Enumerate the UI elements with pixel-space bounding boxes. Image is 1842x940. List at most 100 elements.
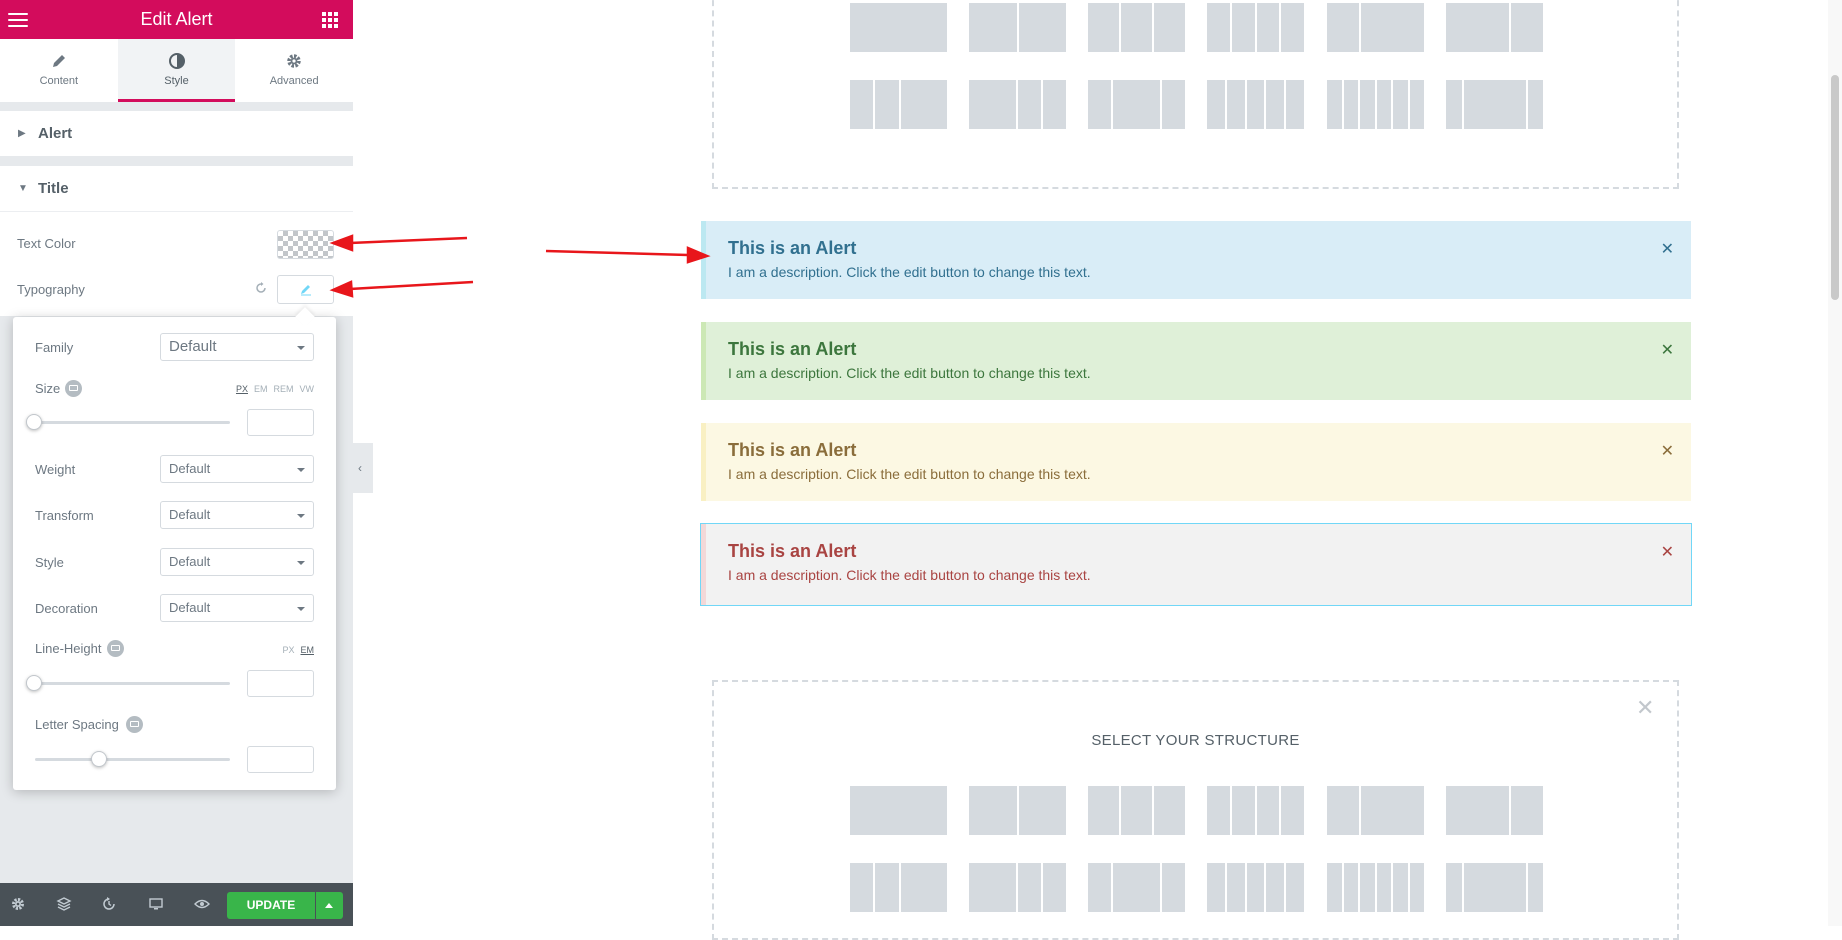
structure-preset[interactable] [1327, 863, 1424, 912]
alert-success[interactable]: This is an Alert I am a description. Cli… [701, 322, 1691, 400]
scrollbar-thumb[interactable] [1831, 75, 1839, 300]
responsive-mode-icon[interactable] [148, 896, 164, 912]
line-height-unit-em[interactable]: EM [301, 645, 315, 655]
structure-column [1281, 786, 1304, 835]
settings-gear-icon[interactable] [10, 896, 26, 912]
line-height-label: Line-Height [35, 641, 102, 656]
weight-select[interactable]: Default [160, 455, 314, 483]
style-select[interactable]: Default [160, 548, 314, 576]
close-icon[interactable]: ✕ [1661, 441, 1674, 461]
size-unit-rem[interactable]: REM [274, 384, 294, 394]
alert-title: This is an Alert [728, 541, 857, 561]
structure-preset[interactable] [969, 786, 1066, 835]
responsive-desktop-icon[interactable] [65, 380, 82, 397]
size-slider-handle[interactable] [26, 414, 42, 430]
structure-preset[interactable] [850, 80, 947, 129]
structure-preset[interactable] [1088, 3, 1185, 52]
collapse-panel-handle[interactable]: ‹ [353, 443, 373, 493]
structure-preset[interactable] [1088, 786, 1185, 835]
size-unit-em[interactable]: EM [254, 384, 268, 394]
tab-advanced[interactable]: Advanced [235, 39, 353, 102]
structure-preset[interactable] [1446, 80, 1543, 129]
section-alert-header[interactable]: ▶ Alert [0, 111, 353, 156]
letter-spacing-slider-handle[interactable] [91, 751, 107, 767]
alert-warning[interactable]: This is an Alert I am a description. Cli… [701, 423, 1691, 501]
structure-preset[interactable] [1446, 863, 1543, 912]
style-value: Default [169, 554, 211, 569]
family-value: Default [169, 338, 217, 355]
line-height-slider-track[interactable] [35, 682, 230, 685]
responsive-desktop-icon[interactable] [126, 716, 143, 733]
alert-title: This is an Alert [728, 238, 857, 258]
structure-column [1154, 3, 1185, 52]
transform-select[interactable]: Default [160, 501, 314, 529]
structure-preset[interactable] [1207, 80, 1304, 129]
structure-column [1018, 786, 1066, 835]
family-select[interactable]: Default [160, 333, 314, 361]
update-button[interactable]: UPDATE [227, 892, 315, 919]
line-height-unit-px[interactable]: PX [282, 645, 294, 655]
close-icon[interactable]: ✕ [1661, 340, 1674, 360]
structure-preset[interactable] [850, 3, 947, 52]
structure-preset[interactable] [850, 786, 947, 835]
structure-column [900, 863, 947, 912]
size-unit-vw[interactable]: VW [300, 384, 315, 394]
update-options-button[interactable] [316, 892, 343, 919]
size-unit-px[interactable]: PX [236, 384, 248, 394]
structure-column [969, 786, 1017, 835]
structure-preset[interactable] [1327, 80, 1424, 129]
annotation-arrow [349, 280, 474, 291]
size-slider-track[interactable] [35, 421, 230, 424]
structure-preset[interactable] [1207, 3, 1304, 52]
letter-spacing-slider-track[interactable] [35, 758, 230, 761]
section-title-header[interactable]: ▼ Title [0, 166, 353, 212]
structure-column [1527, 80, 1543, 129]
structure-column [1511, 786, 1543, 835]
structure-preset[interactable] [1207, 863, 1304, 912]
typography-edit-button[interactable] [277, 275, 334, 304]
history-icon[interactable] [101, 896, 117, 912]
close-icon[interactable]: ✕ [1661, 239, 1674, 259]
size-units: PX EM REM VW [230, 384, 314, 394]
structure-column [1511, 3, 1543, 52]
structure-preset[interactable] [969, 863, 1066, 912]
close-icon[interactable]: ✕ [1636, 695, 1654, 721]
structure-preset[interactable] [969, 3, 1066, 52]
alert-description: I am a description. Click the edit butto… [728, 264, 1091, 280]
structure-column [1376, 80, 1391, 129]
structure-preset[interactable] [1446, 786, 1543, 835]
structure-preset[interactable] [850, 863, 947, 912]
letter-spacing-label: Letter Spacing [35, 717, 119, 732]
close-icon[interactable]: ✕ [1661, 542, 1674, 562]
text-color-picker[interactable] [277, 230, 334, 259]
preview-eye-icon[interactable] [194, 896, 210, 912]
structure-preset[interactable] [1327, 786, 1424, 835]
line-height-input[interactable] [247, 670, 314, 697]
structure-preset[interactable] [1446, 3, 1543, 52]
tab-content[interactable]: Content [0, 39, 118, 102]
widgets-grid-icon[interactable] [322, 12, 338, 28]
tab-style[interactable]: Style [117, 39, 236, 102]
structure-preset[interactable] [1327, 3, 1424, 52]
tab-label: Style [164, 75, 189, 87]
chevron-down-icon [297, 607, 305, 611]
alert-title: This is an Alert [728, 440, 857, 460]
weight-label: Weight [35, 462, 76, 477]
structure-preset[interactable] [969, 80, 1066, 129]
structure-column [1360, 3, 1424, 52]
reset-icon[interactable] [254, 281, 268, 295]
alert-danger-selected[interactable]: This is an Alert I am a description. Cli… [700, 523, 1692, 606]
structure-column [1327, 863, 1342, 912]
structure-preset[interactable] [1088, 80, 1185, 129]
line-height-slider-handle[interactable] [26, 675, 42, 691]
decoration-select[interactable]: Default [160, 594, 314, 622]
structure-column [1360, 863, 1375, 912]
size-input[interactable] [247, 409, 314, 436]
letter-spacing-input[interactable] [247, 746, 314, 773]
structure-preset[interactable] [1088, 863, 1185, 912]
structure-preset[interactable] [1207, 786, 1304, 835]
decoration-value: Default [169, 600, 211, 615]
navigator-layers-icon[interactable] [56, 896, 72, 912]
alert-info[interactable]: This is an Alert I am a description. Cli… [701, 221, 1691, 299]
responsive-desktop-icon[interactable] [107, 640, 124, 657]
